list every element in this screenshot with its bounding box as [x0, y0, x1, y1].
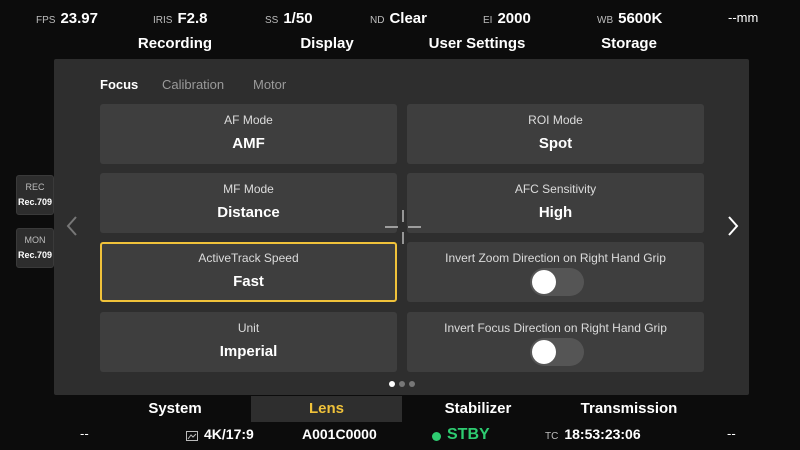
menu-display[interactable]: Display: [300, 35, 353, 55]
page-dot-1[interactable]: [389, 381, 395, 387]
tab-focus[interactable]: Focus: [100, 77, 138, 92]
rec-badge-label: REC: [25, 182, 45, 192]
activetrack-speed-title: ActiveTrack Speed: [198, 251, 299, 265]
mf-mode-title: MF Mode: [223, 182, 274, 196]
page-dot-3[interactable]: [409, 381, 415, 387]
mon-badge-label: MON: [24, 235, 46, 245]
wb-label: WB: [597, 15, 614, 26]
ei-value: 2000: [497, 10, 531, 27]
unit-value: Imperial: [219, 343, 278, 360]
rec-badge-value: Rec.709: [17, 197, 53, 207]
record-state-value: STBY: [447, 426, 490, 443]
activetrack-speed-value: Fast: [233, 273, 264, 290]
afc-sensitivity-card[interactable]: AFC Sensitivity High: [407, 173, 704, 233]
chevron-left-icon[interactable]: [64, 214, 80, 238]
invert-focus-card: Invert Focus Direction on Right Hand Gri…: [407, 312, 704, 372]
menu-transmission[interactable]: Transmission: [554, 396, 704, 422]
iris-label: IRIS: [153, 15, 173, 26]
invert-focus-toggle[interactable]: [530, 338, 584, 366]
afc-sensitivity-value: High: [538, 204, 573, 221]
iris-value: F2.8: [177, 10, 208, 27]
resolution-readout: 4K/17:9: [186, 426, 254, 446]
status-dot-icon: [432, 431, 441, 441]
roi-mode-value: Spot: [538, 135, 573, 152]
af-mode-card[interactable]: AF Mode AMF: [100, 104, 397, 164]
focal-length-value: --mm: [728, 10, 759, 25]
af-mode-title: AF Mode: [224, 113, 273, 127]
toggle-knob: [532, 270, 556, 294]
fps-value: 23.97: [60, 10, 98, 27]
invert-zoom-title: Invert Zoom Direction on Right Hand Grip: [445, 251, 666, 265]
bottom-right-value: --: [727, 426, 736, 441]
shutter-label: SS: [265, 15, 279, 26]
tab-motor[interactable]: Motor: [253, 77, 286, 92]
chevron-right-icon[interactable]: [725, 214, 741, 238]
invert-zoom-card: Invert Zoom Direction on Right Hand Grip: [407, 242, 704, 302]
nd-value: Clear: [389, 10, 427, 27]
clip-name-value: A001C0000: [302, 426, 377, 442]
mon-color-badge[interactable]: MON Rec.709: [16, 228, 54, 268]
invert-zoom-toggle[interactable]: [530, 268, 584, 296]
crosshair-icon: [385, 210, 421, 244]
page-dot-2[interactable]: [399, 381, 405, 387]
menu-lens[interactable]: Lens: [251, 396, 402, 422]
af-mode-value: AMF: [232, 135, 265, 152]
unit-card[interactable]: Unit Imperial: [100, 312, 397, 372]
record-state-readout: STBY: [432, 426, 490, 446]
nd-readout: ND Clear: [370, 10, 427, 30]
fps-readout: FPS 23.97: [36, 10, 98, 30]
resolution-value: 4K/17:9: [204, 426, 254, 442]
roi-mode-title: ROI Mode: [528, 113, 583, 127]
mf-mode-value: Distance: [217, 204, 280, 221]
iris-readout: IRIS F2.8: [153, 10, 207, 30]
wb-value: 5600K: [618, 10, 663, 27]
focal-length-readout: --mm: [728, 10, 758, 30]
menu-system[interactable]: System: [100, 396, 250, 422]
menu-user-settings[interactable]: User Settings: [429, 35, 526, 55]
shutter-readout: SS 1/50: [265, 10, 313, 30]
unit-title: Unit: [237, 321, 260, 335]
clip-name-readout: A001C0000: [302, 426, 377, 446]
tab-calibration[interactable]: Calibration: [162, 77, 224, 92]
roi-mode-card[interactable]: ROI Mode Spot: [407, 104, 704, 164]
mon-badge-value: Rec.709: [17, 250, 53, 260]
timecode-readout: TC 18:53:23:06: [545, 426, 641, 446]
nd-label: ND: [370, 15, 385, 26]
rec-color-badge[interactable]: REC Rec.709: [16, 175, 54, 215]
timecode-value: 18:53:23:06: [564, 426, 641, 442]
ei-readout: EI 2000: [483, 10, 531, 30]
menu-storage[interactable]: Storage: [601, 35, 657, 55]
monitor-icon: [186, 431, 198, 441]
bottom-right-readout: --: [727, 426, 736, 446]
toggle-knob: [532, 340, 556, 364]
fps-label: FPS: [36, 15, 56, 26]
shutter-value: 1/50: [283, 10, 313, 27]
bottom-left-value: --: [80, 426, 89, 441]
menu-recording[interactable]: Recording: [138, 35, 212, 55]
afc-sensitivity-title: AFC Sensitivity: [514, 182, 597, 196]
wb-readout: WB 5600K: [597, 10, 662, 30]
invert-focus-title: Invert Focus Direction on Right Hand Gri…: [444, 321, 667, 335]
mf-mode-card[interactable]: MF Mode Distance: [100, 173, 397, 233]
timecode-label: TC: [545, 431, 559, 442]
ei-label: EI: [483, 15, 493, 26]
bottom-left-readout: --: [80, 426, 89, 446]
menu-stabilizer[interactable]: Stabilizer: [402, 396, 554, 422]
activetrack-speed-card[interactable]: ActiveTrack Speed Fast: [100, 242, 397, 302]
